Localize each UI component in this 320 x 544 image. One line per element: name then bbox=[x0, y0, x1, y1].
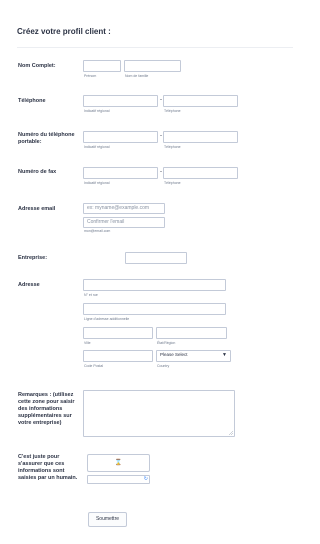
state-sublabel: État/Région bbox=[157, 341, 176, 345]
captcha-image: ⌛ bbox=[87, 454, 150, 472]
address-label: Adresse bbox=[18, 282, 40, 288]
email-input[interactable]: ex: myname@example.com bbox=[83, 203, 165, 214]
fax-label: Numéro de fax bbox=[18, 169, 57, 175]
captcha-input[interactable]: ↻ bbox=[87, 475, 150, 484]
full-name-label: Nom Complet: bbox=[18, 63, 56, 69]
email-confirm-input[interactable]: Confirmer l'email bbox=[83, 217, 165, 228]
street-sublabel: N° et rue bbox=[84, 293, 98, 297]
resize-grip-icon bbox=[229, 431, 233, 435]
fax-area-input[interactable] bbox=[83, 167, 158, 179]
last-name-sublabel: Nom de famille bbox=[125, 74, 149, 78]
phone-dash: - bbox=[160, 97, 162, 103]
mobile-area-input[interactable] bbox=[83, 131, 158, 143]
country-select[interactable]: Please Select ▼ bbox=[156, 350, 231, 362]
email-sublabel: mon@email.com bbox=[84, 229, 111, 233]
fax-area-sublabel: Indicatif régional bbox=[84, 181, 110, 185]
mobile-number-sublabel: Téléphone bbox=[164, 145, 181, 149]
address-line2-input[interactable] bbox=[83, 303, 226, 315]
phone-area-sublabel: Indicatif régional bbox=[84, 109, 110, 113]
title-divider bbox=[17, 47, 293, 48]
company-label: Entreprise: bbox=[18, 255, 48, 261]
street-input[interactable] bbox=[83, 279, 226, 291]
address-line2-sublabel: Ligne d'adresse additionnelle bbox=[84, 317, 130, 321]
state-input[interactable] bbox=[156, 327, 227, 339]
loading-icon: ⌛ bbox=[114, 460, 123, 466]
submit-button[interactable]: Soumettre bbox=[88, 512, 127, 527]
refresh-icon[interactable]: ↻ bbox=[144, 476, 148, 483]
company-input[interactable] bbox=[125, 252, 187, 264]
mobile-label: Numéro du téléphone portable: bbox=[18, 132, 75, 145]
mobile-dash: - bbox=[160, 133, 162, 139]
first-name-sublabel: Prénom bbox=[84, 74, 97, 78]
phone-number-sublabel: Téléphone bbox=[164, 109, 181, 113]
mobile-number-input[interactable] bbox=[163, 131, 238, 143]
email-label: Adresse email bbox=[18, 206, 56, 212]
mobile-area-sublabel: Indicatif régional bbox=[84, 145, 110, 149]
country-sublabel: Country bbox=[157, 364, 170, 368]
fax-number-sublabel: Téléphone bbox=[164, 181, 181, 185]
fax-dash: - bbox=[160, 169, 162, 175]
zip-sublabel: Code Postal bbox=[84, 364, 104, 368]
zip-input[interactable] bbox=[83, 350, 153, 362]
last-name-input[interactable] bbox=[124, 60, 181, 72]
city-sublabel: Ville bbox=[84, 341, 91, 345]
phone-number-input[interactable] bbox=[163, 95, 238, 107]
page-title: Créez votre profil client : bbox=[17, 27, 111, 36]
remarks-label: Remarques : (utilisez cette zone pour sa… bbox=[18, 392, 75, 426]
phone-area-input[interactable] bbox=[83, 95, 158, 107]
fax-number-input[interactable] bbox=[163, 167, 238, 179]
first-name-input[interactable] bbox=[83, 60, 121, 72]
chevron-down-icon: ▼ bbox=[222, 352, 227, 358]
phone-label: Téléphone bbox=[18, 98, 46, 104]
captcha-label: C'est juste pour s'assurer que ces infor… bbox=[18, 454, 78, 481]
country-select-value: Please Select bbox=[160, 352, 188, 357]
remarks-textarea[interactable] bbox=[83, 390, 235, 437]
city-input[interactable] bbox=[83, 327, 153, 339]
